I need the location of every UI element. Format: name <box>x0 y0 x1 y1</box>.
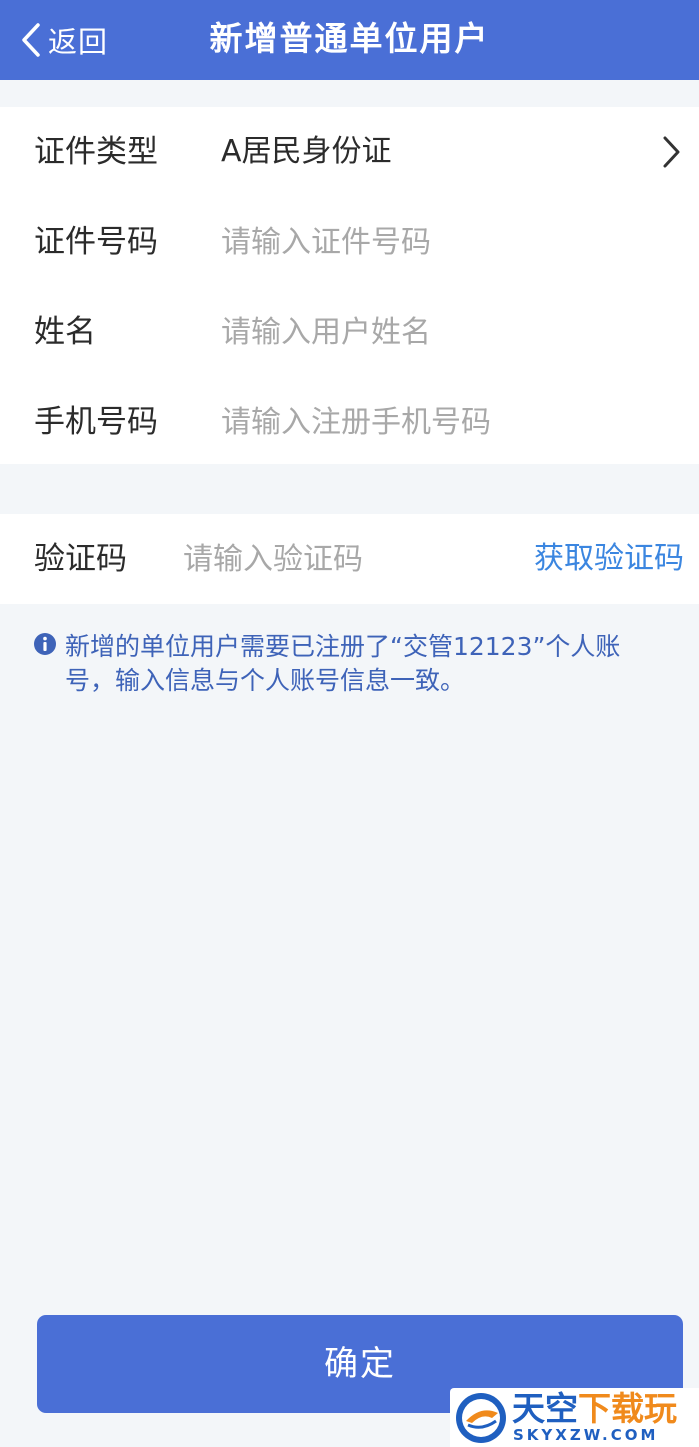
info-icon <box>34 633 56 655</box>
phone-row: 手机号码 <box>0 377 699 467</box>
site-logo-icon <box>456 1393 506 1443</box>
name-row: 姓名 <box>0 287 699 377</box>
chevron-right-icon[interactable] <box>661 135 681 169</box>
back-button[interactable]: 返回 <box>20 0 108 80</box>
id-type-row[interactable]: 证件类型 A居民身份证 <box>0 107 699 197</box>
verify-code-row: 验证码 获取验证码 <box>0 514 699 604</box>
name-input[interactable] <box>221 307 661 357</box>
watermark-text-part2: 下载玩 <box>578 1389 677 1428</box>
id-number-input[interactable] <box>221 217 661 267</box>
watermark-domain: SKYXZW.COM <box>513 1426 659 1444</box>
phone-label: 手机号码 <box>34 404 158 440</box>
back-label: 返回 <box>48 25 109 59</box>
watermark-text-part1: 天空 <box>512 1389 578 1428</box>
top-navigation-bar: 返回 新增普通单位用户 <box>0 0 699 80</box>
verify-code-label: 验证码 <box>34 541 127 577</box>
name-label: 姓名 <box>34 314 96 350</box>
watermark-text: 天空下载玩 <box>512 1389 677 1429</box>
notice-text: 新增的单位用户需要已注册了“交管12123”个人账号，输入信息与个人账号信息一致… <box>65 632 621 695</box>
id-type-value[interactable]: A居民身份证 <box>221 107 392 197</box>
user-info-form: 证件类型 A居民身份证 证件号码 姓名 手机号码 <box>0 107 699 464</box>
watermark-logo: 天空下载玩 SKYXZW.COM <box>450 1388 699 1447</box>
id-number-label: 证件号码 <box>34 224 158 260</box>
chevron-left-icon <box>22 23 40 57</box>
id-number-row: 证件号码 <box>0 197 699 287</box>
phone-input[interactable] <box>221 397 661 447</box>
verify-code-input[interactable] <box>183 534 513 584</box>
verification-section: 验证码 获取验证码 <box>0 514 699 604</box>
get-code-button[interactable]: 获取验证码 <box>534 514 684 604</box>
id-type-label: 证件类型 <box>34 134 158 170</box>
